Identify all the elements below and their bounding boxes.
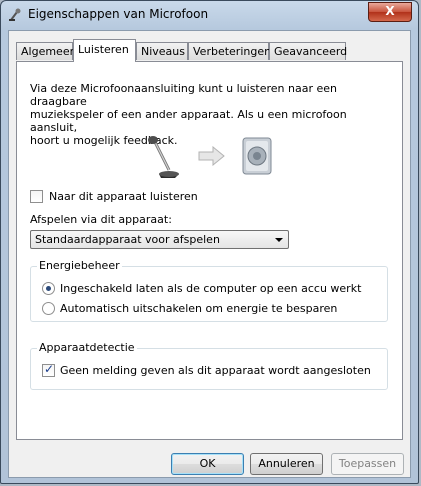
power-management-group: Energiebeheer Ingeschakeld laten als de … — [30, 259, 388, 322]
tab-luisteren[interactable]: Luisteren — [73, 39, 136, 62]
listen-checkbox[interactable] — [30, 190, 43, 203]
no-notification-label[interactable]: Geen melding geven als dit apparaat word… — [60, 364, 371, 377]
close-button[interactable]: X — [368, 2, 412, 22]
power-group-title: Energiebeheer — [37, 259, 122, 272]
properties-window: Eigenschappen van Microfoon X Algemeen L… — [0, 0, 419, 484]
tab-geavanceerd[interactable]: Geavanceerd — [269, 42, 347, 60]
playback-device-value: Standaardapparaat voor afspelen — [35, 233, 220, 246]
window-title: Eigenschappen van Microfoon — [28, 7, 209, 21]
radio-keep-enabled-label[interactable]: Ingeschakeld laten als de computer op ee… — [60, 282, 361, 295]
tab-niveaus[interactable]: Niveaus — [136, 42, 188, 60]
device-detection-group: Apparaatdetectie ✓ Geen melding geven al… — [30, 341, 388, 390]
tab-panel-luisteren: Via deze Microfoonaansluiting kunt u lui… — [16, 61, 403, 440]
description-line: Via deze Microfoonaansluiting kunt u lui… — [30, 82, 338, 108]
listen-checkbox-label[interactable]: Naar dit apparaat luisteren — [49, 190, 198, 203]
no-notification-checkbox[interactable]: ✓ — [42, 362, 55, 377]
playback-device-select[interactable]: Standaardapparaat voor afspelen — [30, 230, 289, 249]
ok-button[interactable]: OK — [171, 453, 244, 475]
microphone-icon — [9, 8, 21, 21]
cancel-button[interactable]: Annuleren — [250, 453, 323, 475]
speaker-icon — [242, 137, 272, 175]
apply-button[interactable]: Toepassen — [331, 453, 404, 475]
device-flow-illustration — [145, 134, 285, 184]
checkmark-icon: ✓ — [44, 362, 55, 376]
radio-auto-disable[interactable] — [42, 302, 55, 315]
detection-group-title: Apparaatdetectie — [37, 341, 137, 354]
tab-verbeteringen[interactable]: Verbeteringen — [188, 42, 271, 60]
radio-auto-disable-label[interactable]: Automatisch uitschakelen om energie te b… — [60, 302, 337, 315]
title-bar[interactable]: Eigenschappen van Microfoon X — [1, 1, 418, 29]
microphone-icon — [148, 136, 179, 178]
dialog-client: Algemeen Luisteren Niveaus Verbeteringen… — [8, 30, 411, 478]
tab-algemeen[interactable]: Algemeen — [16, 42, 77, 60]
description-line: muziekspeler of een ander apparaat. Als … — [30, 108, 347, 134]
arrow-right-icon — [198, 146, 225, 166]
chevron-down-icon — [275, 238, 283, 242]
playback-label: Afspelen via dit apparaat: — [30, 213, 172, 226]
radio-keep-enabled[interactable] — [42, 282, 55, 295]
